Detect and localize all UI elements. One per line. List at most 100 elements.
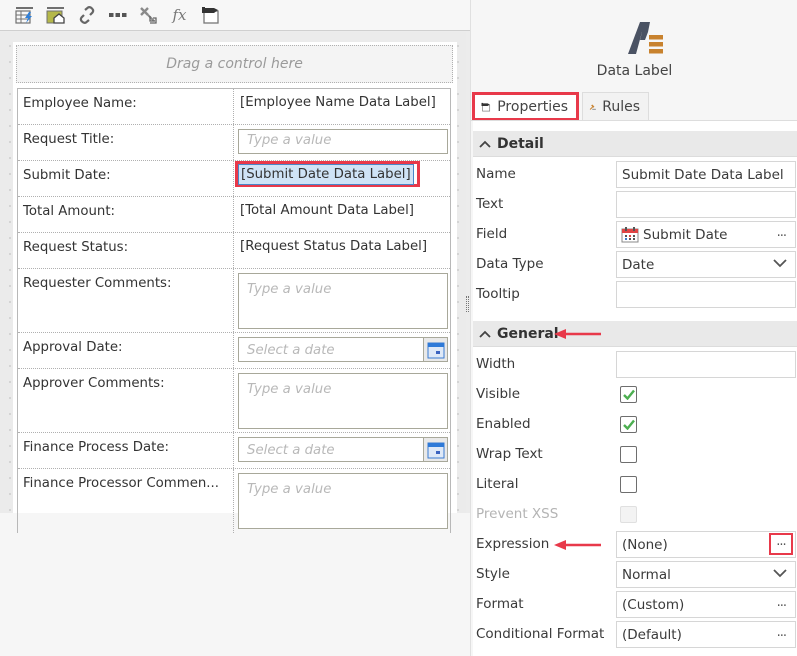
approver-comments-textarea[interactable]: Type a value	[238, 373, 448, 429]
expression-ellipsis-button[interactable]: ...	[769, 533, 793, 555]
row-label: Submit Date:	[18, 161, 234, 196]
image-edit-icon	[46, 7, 65, 24]
prop-label: Prevent XSS	[476, 506, 559, 522]
properties-panel: Data Label Properties Rules Detail Name …	[470, 0, 797, 656]
table-row: Request Status: [Request Status Data Lab…	[18, 233, 450, 269]
wrap-text-checkbox[interactable]	[620, 446, 637, 463]
more-icon	[108, 13, 126, 17]
field-value: Submit Date	[643, 227, 728, 243]
submit-date-data-label[interactable]: [Submit Date Data Label]	[238, 164, 414, 185]
table-row: Total Amount: [Total Amount Data Label]	[18, 197, 450, 233]
visible-checkbox[interactable]	[620, 386, 637, 403]
drop-zone[interactable]: Drag a control here	[16, 45, 453, 83]
calendar-button[interactable]	[423, 438, 447, 461]
table-row: Finance Process Date: Select a date	[18, 433, 450, 469]
request-status-data-label[interactable]: [Request Status Data Label]	[240, 239, 427, 254]
prop-row-width: Width	[473, 350, 797, 380]
prop-row-field: Field Submit Date ...	[473, 220, 797, 250]
format-selector[interactable]: (Custom) ...	[616, 591, 796, 618]
prop-label: Text	[476, 196, 504, 212]
tooltip-input[interactable]	[616, 281, 796, 308]
expression-value: (None)	[622, 537, 668, 553]
section-general-header[interactable]: General	[473, 321, 797, 347]
expression-selector[interactable]: (None) ...	[616, 531, 796, 558]
section-detail-header[interactable]: Detail	[473, 131, 797, 157]
select-value: Normal	[622, 567, 671, 583]
function-button[interactable]: fx	[164, 3, 195, 27]
prop-row-literal: Literal	[473, 470, 797, 500]
literal-checkbox[interactable]	[620, 476, 637, 493]
select-value: Date	[622, 257, 655, 273]
link-icon	[79, 6, 94, 24]
view-sheet: Drag a control here Employee Name: [Empl…	[13, 42, 457, 533]
properties-tabs: Properties Rules	[472, 92, 649, 121]
total-amount-data-label[interactable]: [Total Amount Data Label]	[240, 203, 414, 218]
annotation-arrow	[554, 329, 601, 339]
data-label-control-icon	[628, 22, 663, 54]
width-input[interactable]	[616, 351, 796, 378]
row-label: Total Amount:	[18, 197, 234, 232]
tools-button[interactable]	[133, 3, 164, 27]
row-label: Request Status:	[18, 233, 234, 268]
prop-label: Tooltip	[476, 286, 520, 302]
row-label: Requester Comments:	[18, 269, 234, 332]
prop-label: Style	[476, 566, 510, 582]
table-row: Employee Name: [Employee Name Data Label…	[18, 89, 450, 125]
more-button[interactable]	[102, 3, 133, 27]
format-ellipsis-button[interactable]: ...	[777, 595, 787, 610]
table-edit-button[interactable]	[9, 3, 40, 27]
section-title: General	[497, 325, 559, 342]
tab-rules[interactable]: Rules	[582, 92, 649, 120]
request-title-input[interactable]: Type a value	[238, 129, 448, 154]
field-selector[interactable]: Submit Date ...	[616, 221, 796, 248]
designer-toolbar: fx	[0, 0, 470, 31]
text-input[interactable]	[616, 191, 796, 218]
row-label: Finance Process Date:	[18, 433, 234, 468]
prop-label: Visible	[476, 386, 521, 402]
prop-row-wrap-text: Wrap Text	[473, 440, 797, 470]
name-input[interactable]: Submit Date Data Label	[616, 161, 796, 188]
tab-properties[interactable]: Properties	[472, 92, 579, 121]
field-ellipsis-button[interactable]: ...	[777, 225, 787, 240]
properties-toolbar-button[interactable]	[195, 3, 226, 27]
image-edit-button[interactable]	[40, 3, 71, 27]
prop-row-style: Style Normal	[473, 560, 797, 590]
prop-label: Width	[476, 356, 516, 372]
row-label: Approval Date:	[18, 333, 234, 368]
conditional-format-ellipsis-button[interactable]: ...	[777, 625, 787, 640]
table-row: Request Title: Type a value	[18, 125, 450, 161]
tools-icon	[139, 7, 157, 24]
prop-row-expression: Expression (None) ...	[473, 530, 797, 560]
link-button[interactable]	[71, 3, 102, 27]
conditional-format-selector[interactable]: (Default) ...	[616, 621, 796, 648]
prop-label: Expression	[476, 536, 550, 552]
finance-processor-comments-textarea[interactable]: Type a value	[238, 473, 448, 529]
data-type-select[interactable]: Date	[616, 251, 796, 278]
style-select[interactable]: Normal	[616, 561, 796, 588]
row-label: Finance Processor Commen...	[18, 469, 234, 533]
approval-date-picker[interactable]: Select a date	[238, 337, 448, 362]
section-title: Detail	[497, 135, 544, 152]
row-label: Approver Comments:	[18, 369, 234, 432]
form-table: Employee Name: [Employee Name Data Label…	[17, 88, 451, 533]
annotation-arrow	[554, 540, 601, 550]
format-value: (Custom)	[622, 597, 685, 613]
enabled-checkbox[interactable]	[620, 416, 637, 433]
prop-label: Wrap Text	[476, 446, 543, 462]
calendar-button[interactable]	[423, 338, 447, 361]
properties-body: Detail Name Submit Date Data Label Text …	[473, 121, 797, 656]
employee-name-data-label[interactable]: [Employee Name Data Label]	[240, 95, 436, 110]
requester-comments-textarea[interactable]: Type a value	[238, 273, 448, 329]
design-canvas: Drag a control here Employee Name: [Empl…	[0, 32, 466, 533]
panel-splitter[interactable]	[466, 296, 469, 312]
properties-icon	[481, 102, 491, 111]
prevent-xss-checkbox	[620, 506, 637, 523]
date-placeholder: Select a date	[247, 443, 335, 458]
tab-label: Rules	[602, 98, 640, 115]
tab-label: Properties	[497, 98, 568, 115]
date-field-icon	[621, 227, 639, 243]
finance-process-date-picker[interactable]: Select a date	[238, 437, 448, 462]
form-designer: fx Drag a control here Employee Name: [E…	[0, 0, 470, 533]
prop-label: Name	[476, 166, 516, 182]
prop-row-data-type: Data Type Date	[473, 250, 797, 280]
